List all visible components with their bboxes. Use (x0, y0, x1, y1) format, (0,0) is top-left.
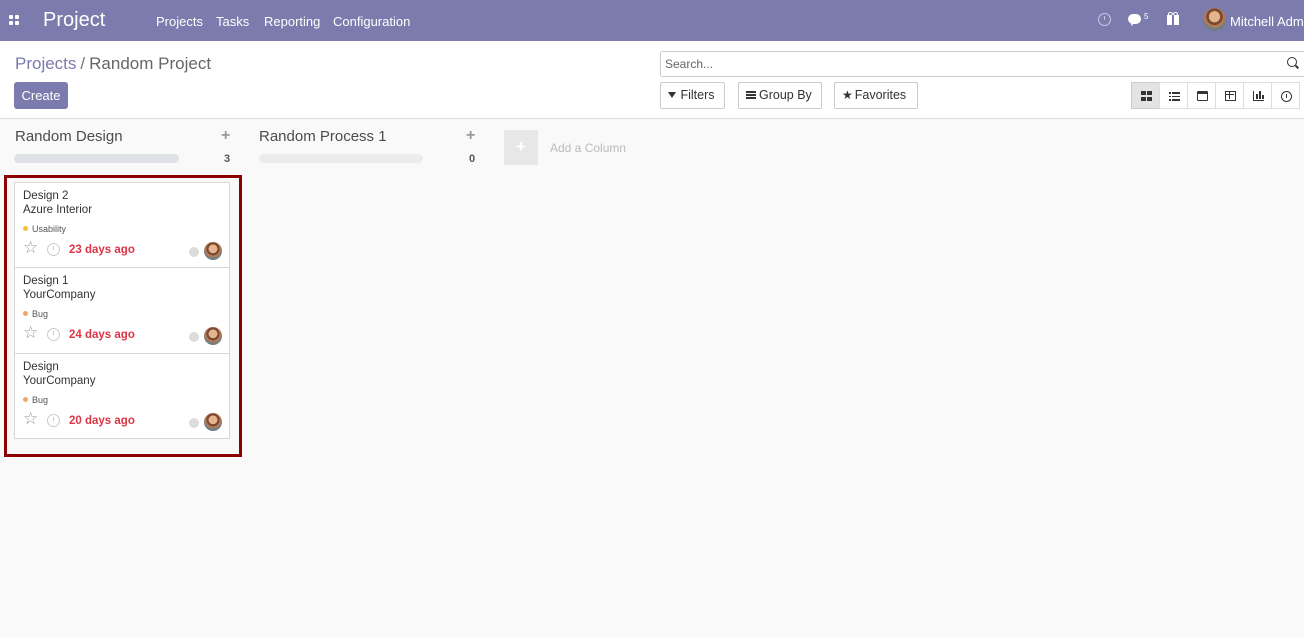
graph-view-button[interactable] (1243, 82, 1272, 109)
deadline-text: 23 days ago (69, 244, 135, 256)
gift-icon[interactable] (1167, 12, 1179, 25)
column-progress-bar[interactable] (259, 154, 423, 163)
column-progress-fill (14, 154, 179, 163)
deadline-text: 20 days ago (69, 415, 135, 427)
activity-clock-icon[interactable] (47, 328, 60, 341)
breadcrumb-projects-link[interactable]: Projects (15, 54, 76, 73)
pivot-icon (1225, 91, 1236, 101)
menu-tasks[interactable]: Tasks (216, 14, 249, 29)
task-tag: Usability (23, 224, 66, 234)
assignee-avatar (204, 413, 222, 431)
messages-count-badge: 5 (1144, 12, 1149, 21)
list-view-button[interactable] (1159, 82, 1188, 109)
menu-configuration[interactable]: Configuration (333, 14, 410, 29)
create-button[interactable]: Create (14, 82, 68, 109)
task-partner: Azure Interior (23, 204, 93, 216)
graph-icon (1253, 91, 1264, 101)
assignee-avatar (204, 327, 222, 345)
kanban-state-dot[interactable] (189, 418, 199, 428)
task-partner: YourCompany (23, 289, 96, 301)
tag-label: Usability (32, 224, 67, 234)
pivot-view-button[interactable] (1215, 82, 1244, 109)
app-title[interactable]: Project (43, 9, 105, 32)
column-title-random-process-1[interactable]: Random Process 1 (259, 128, 387, 145)
favorites-label: Favorites (854, 88, 907, 102)
list-icon (1169, 91, 1180, 101)
star-filled-icon: ★ (842, 88, 853, 102)
activities-clock-icon[interactable] (1098, 13, 1111, 26)
tag-color-dot (23, 311, 28, 316)
view-switcher (1131, 82, 1300, 109)
task-name: Design 2 (23, 190, 69, 202)
breadcrumb-current: Random Project (89, 54, 212, 73)
priority-star-icon[interactable]: ☆ (23, 410, 38, 427)
apps-menu-icon[interactable] (9, 15, 20, 26)
kanban-view-button[interactable] (1131, 82, 1160, 109)
search-icon[interactable] (1287, 57, 1297, 67)
filters-button[interactable]: Filters (660, 82, 725, 109)
tag-label: Bug (32, 395, 49, 405)
priority-star-icon[interactable]: ☆ (23, 324, 38, 341)
filter-icon (668, 92, 676, 98)
task-name: Design 1 (23, 275, 69, 287)
kanban-state-dot[interactable] (189, 247, 199, 257)
filters-label: Filters (680, 88, 715, 102)
control-panel: Projects/Random Project Create Filters G… (0, 41, 1304, 119)
column-count: 3 (224, 153, 231, 165)
task-tag: Bug (23, 309, 48, 319)
calendar-view-button[interactable] (1187, 82, 1216, 109)
user-menu-name[interactable]: Mitchell Admin (1230, 14, 1304, 29)
add-column-button[interactable]: + (504, 130, 538, 165)
menu-reporting[interactable]: Reporting (264, 14, 320, 29)
add-column-label[interactable]: Add a Column (550, 141, 626, 155)
task-card[interactable]: Design 2 Azure Interior Usability ☆ 23 d… (14, 182, 230, 268)
messages-icon[interactable] (1128, 14, 1141, 24)
assignee-avatar (204, 242, 222, 260)
top-navbar: Project Projects Tasks Reporting Configu… (0, 0, 1304, 41)
group-by-button[interactable]: Group By (738, 82, 822, 109)
favorites-button[interactable]: ★ Favorites (834, 82, 918, 109)
activity-clock-icon[interactable] (47, 243, 60, 256)
task-card[interactable]: Design 1 YourCompany Bug ☆ 24 days ago (14, 267, 230, 354)
tag-color-dot (23, 226, 28, 231)
task-partner: YourCompany (23, 375, 96, 387)
column-quick-create-button[interactable]: + (221, 127, 230, 145)
breadcrumb-separator: / (80, 54, 86, 73)
column-progress-bar[interactable] (14, 154, 179, 163)
activity-icon (1281, 91, 1292, 102)
kanban-state-dot[interactable] (189, 332, 199, 342)
calendar-icon (1197, 91, 1208, 101)
activity-clock-icon[interactable] (47, 414, 60, 427)
column-count: 0 (469, 153, 476, 165)
column-title-random-design[interactable]: Random Design (15, 128, 123, 145)
search-input[interactable] (665, 57, 1265, 71)
task-card[interactable]: Design YourCompany Bug ☆ 20 days ago (14, 353, 230, 439)
priority-star-icon[interactable]: ☆ (23, 239, 38, 256)
group-by-label: Group By (759, 88, 812, 102)
kanban-icon (1141, 91, 1152, 101)
activity-view-button[interactable] (1271, 82, 1300, 109)
group-by-icon (746, 91, 756, 99)
task-name: Design (23, 361, 59, 373)
user-avatar[interactable] (1203, 8, 1226, 31)
menu-projects[interactable]: Projects (156, 14, 203, 29)
column-quick-create-button[interactable]: + (466, 127, 475, 145)
deadline-text: 24 days ago (69, 329, 135, 341)
tag-color-dot (23, 397, 28, 402)
breadcrumb: Projects / Random Project (15, 54, 211, 74)
task-tag: Bug (23, 395, 48, 405)
tag-label: Bug (32, 309, 49, 319)
search-box (660, 51, 1304, 77)
